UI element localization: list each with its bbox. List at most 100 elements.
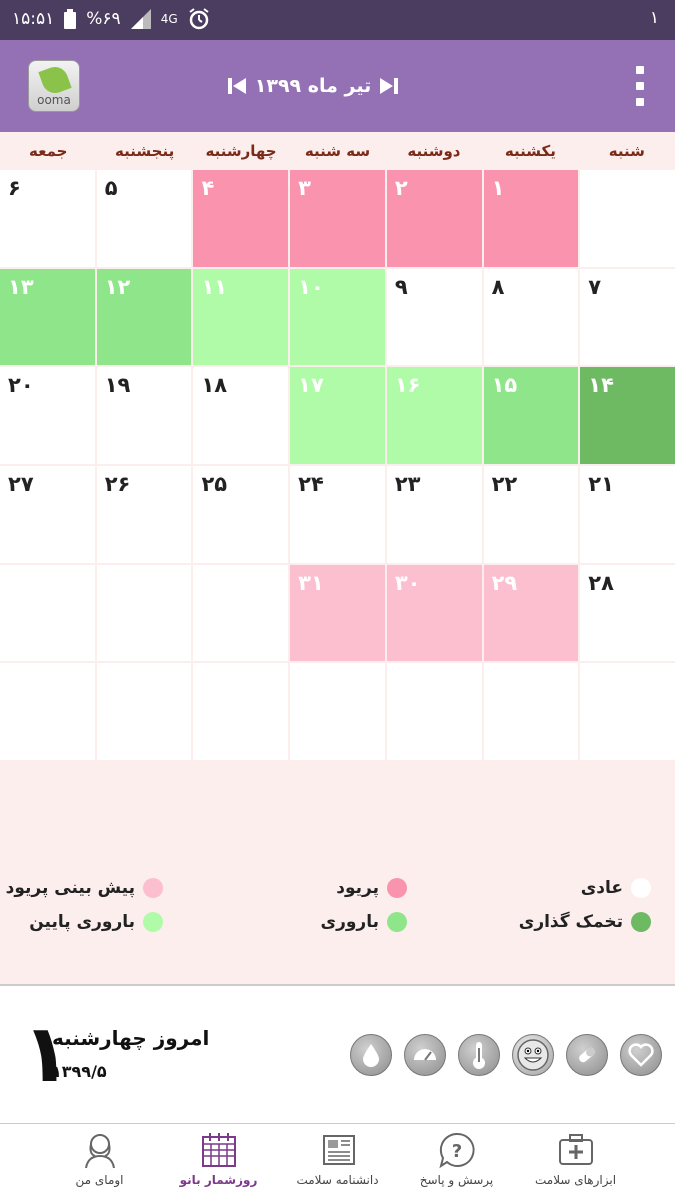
- calendar-day-cell[interactable]: ۲۶: [96, 465, 192, 563]
- calendar-day-cell[interactable]: ۳: [290, 170, 385, 267]
- legend-label: باروری: [320, 912, 380, 932]
- calendar-day-cell[interactable]: ۱۱: [193, 268, 289, 366]
- day-number: ۵: [104, 176, 118, 200]
- network-text: 4G: [160, 12, 178, 26]
- day-number: ۲۲: [491, 471, 518, 496]
- day-number: ۲۸: [588, 570, 614, 595]
- nav-label: دانشنامه سلامت: [296, 1173, 379, 1187]
- app-logo[interactable]: ooma: [28, 60, 80, 112]
- nav-label: روزشمار بانو: [179, 1173, 258, 1187]
- weekday-label: چهارشنبه: [205, 142, 277, 160]
- svg-text:?: ?: [451, 1141, 461, 1162]
- month-title: تیر ماه ۱۳۹۹: [254, 75, 372, 97]
- water-drop-icon[interactable]: [350, 1034, 392, 1076]
- next-month-button[interactable]: [379, 76, 398, 96]
- month-navigator: تیر ماه ۱۳۹۹: [228, 68, 398, 104]
- legend-normal: عادی: [581, 878, 651, 898]
- calendar-day-cell[interactable]: ۲۲: [483, 465, 579, 563]
- calendar-grid: ۱ ۲ ۳ ۴ ۵ ۶ ۷ ۸ ۹ ۱۰ ۱۱ ۱۲ ۱۳ ۱۴ ۱۵ ۱۶ ۱۷ ۱۸ ۱۹ ۲۰ ۲۱ ۲۲ ۲۳ ۲۴ ۲…: [0, 170, 675, 760]
- day-number: ۱۰: [298, 274, 324, 299]
- calendar-day-cell[interactable]: ۳۱: [290, 564, 385, 662]
- day-number: ۱۸: [201, 373, 228, 398]
- calendar-day-cell[interactable]: ۱۲: [96, 268, 192, 366]
- calendar-day-cell[interactable]: ۱: [483, 170, 579, 267]
- day-number: ۲۵: [201, 471, 228, 496]
- logo-text: ooma: [37, 93, 71, 107]
- notification-count: ۱: [649, 8, 659, 28]
- calendar-day-cell[interactable]: ۱۰: [290, 268, 385, 366]
- calendar-day-cell[interactable]: ۲۸: [580, 564, 675, 662]
- calendar-day-cell[interactable]: ۱۷: [290, 367, 385, 464]
- clock-text: ۱۵:۵۱: [12, 9, 55, 29]
- day-number: ۲۰: [8, 373, 34, 398]
- alarm-icon: [188, 8, 210, 30]
- calendar-day-cell[interactable]: ۷: [580, 268, 675, 366]
- day-number: ۲۷: [8, 471, 34, 496]
- day-number: ۲۴: [298, 471, 324, 496]
- calendar-empty-cell: [0, 564, 95, 662]
- calendar-day-cell[interactable]: ۲۰: [0, 367, 95, 464]
- status-bar: ۱۵:۵۱ %۶۹ 4G ۱: [0, 0, 675, 40]
- skip-previous-icon: [228, 78, 246, 94]
- calendar-day-cell[interactable]: ۴: [193, 170, 289, 267]
- calendar-day-cell[interactable]: ۲۵: [193, 465, 289, 563]
- day-number: ۲۱: [588, 471, 614, 496]
- legend-label: پیش بینی پریود: [5, 878, 135, 898]
- legend-dot-period-prediction: [143, 878, 163, 898]
- calendar-day-cell[interactable]: ۲۱: [580, 465, 675, 563]
- calendar-day-cell[interactable]: ۲۴: [290, 465, 385, 563]
- calendar-day-cell[interactable]: ۵: [96, 170, 192, 267]
- calendar-day-cell[interactable]: ۱۸: [193, 367, 289, 464]
- calendar-empty-cell: [96, 564, 192, 662]
- signal-icon: [130, 9, 151, 29]
- calendar-day-cell[interactable]: ۲: [386, 170, 482, 267]
- calendar-day-cell[interactable]: ۹: [386, 268, 482, 366]
- calendar-empty-cell: [483, 663, 579, 760]
- calendar-day-cell[interactable]: ۱۵: [483, 367, 579, 464]
- calendar-day-cell[interactable]: ۶: [0, 170, 95, 267]
- calendar-day-cell[interactable]: ۸: [483, 268, 579, 366]
- day-number: ۱۲: [104, 274, 131, 299]
- calendar-day-cell[interactable]: ۱۹: [96, 367, 192, 464]
- calendar-day-cell[interactable]: ۱۴: [580, 367, 675, 464]
- weight-scale-icon[interactable]: [404, 1034, 446, 1076]
- weekday-label: یکشنبه: [504, 142, 556, 160]
- weekday-header: شنبه یکشنبه دوشنبه سه شنبه چهارشنبه پنجش…: [0, 132, 675, 170]
- thermometer-icon[interactable]: [458, 1034, 500, 1076]
- weekday-label: جمعه: [29, 142, 68, 160]
- pill-icon[interactable]: [566, 1034, 608, 1076]
- day-number: ۲۳: [394, 471, 421, 496]
- day-number: ۱۷: [298, 373, 324, 398]
- day-number: ۲۶: [104, 471, 131, 496]
- today-card[interactable]: ۱ امروز چهارشنبه ۱۳۹۹/۵: [0, 984, 675, 1124]
- nav-label: پرسش و پاسخ: [419, 1173, 494, 1187]
- calendar-day-cell[interactable]: ۲۳: [386, 465, 482, 563]
- overflow-menu-button[interactable]: [635, 66, 645, 106]
- calendar-day-cell[interactable]: ۲۹: [483, 564, 579, 662]
- legend-period-prediction: پیش بینی پریود: [6, 878, 163, 898]
- calendar-day-cell[interactable]: ۱۶: [386, 367, 482, 464]
- calendar-day-cell[interactable]: ۲۷: [0, 465, 95, 563]
- battery-icon: [64, 9, 77, 29]
- weekday-label: سه شنبه: [304, 142, 371, 160]
- nav-health-encyclopedia[interactable]: دانشنامه سلامت: [288, 1124, 388, 1200]
- nav-questions[interactable]: ? پرسش و پاسخ: [407, 1124, 507, 1200]
- day-number: ۳: [298, 176, 311, 200]
- day-number: ۲: [394, 176, 408, 200]
- nav-label: ابزارهای سلامت: [534, 1173, 617, 1187]
- nav-health-tools[interactable]: ابزارهای سلامت: [526, 1124, 626, 1200]
- day-number: ۱۶: [394, 373, 421, 398]
- heart-icon[interactable]: [620, 1034, 662, 1076]
- legend-ovulation: تخمک گذاری: [519, 912, 651, 932]
- woman-profile-icon: [84, 1134, 115, 1169]
- mood-smiley-icon[interactable]: [512, 1034, 554, 1076]
- nav-calendar[interactable]: روزشمار بانو: [169, 1124, 269, 1200]
- calendar-day-cell[interactable]: ۱۳: [0, 268, 95, 366]
- legend-dot-fertility: [387, 912, 407, 932]
- weekday-label: پنجشنبه: [115, 142, 175, 160]
- previous-month-button[interactable]: [228, 76, 246, 96]
- legend-dot-normal: [631, 878, 651, 898]
- calendar-day-cell[interactable]: ۳۰: [386, 564, 482, 662]
- nav-my-ooma[interactable]: اومای من: [50, 1124, 150, 1200]
- today-date: ۱۳۹۹/۵: [52, 1062, 107, 1081]
